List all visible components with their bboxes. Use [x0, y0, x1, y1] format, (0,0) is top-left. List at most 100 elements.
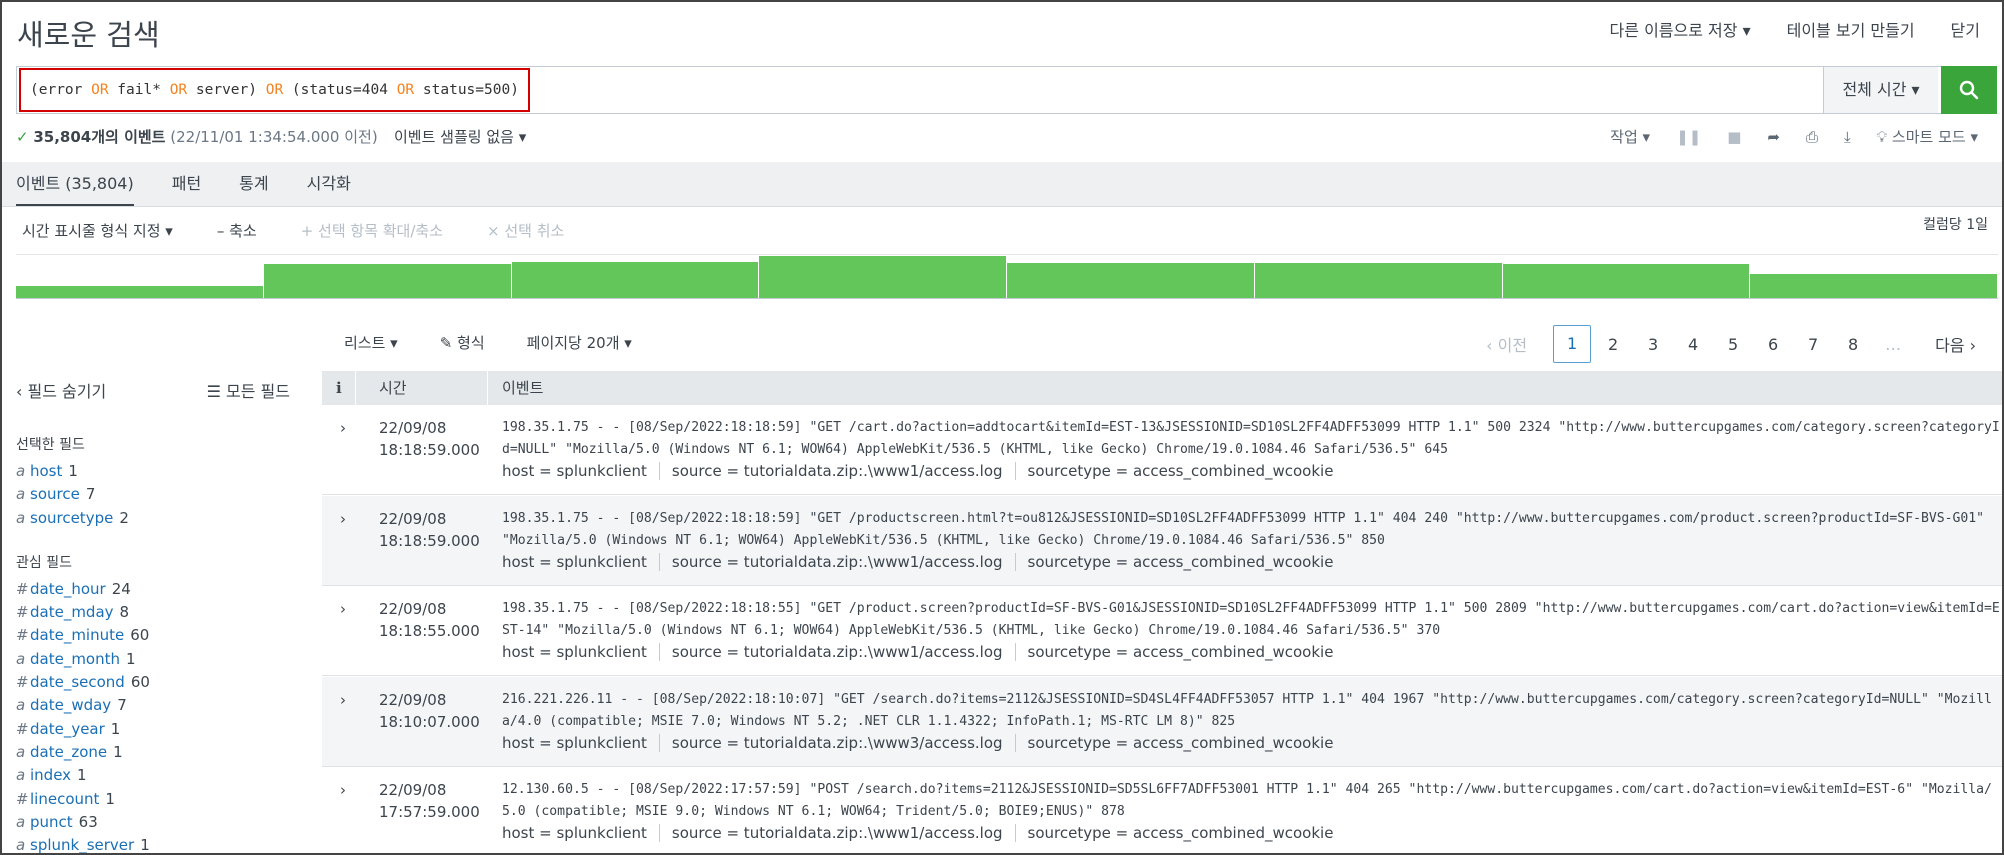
event-field-source[interactable]: source = tutorialdata.zip:.\www1/access.…: [658, 462, 1015, 480]
table-header: i 시간 이벤트: [322, 371, 2002, 405]
print-icon[interactable]: ⎙: [1806, 128, 1818, 146]
event-time[interactable]: 22/09/08 18:10:07.000: [379, 689, 480, 733]
time-column-header[interactable]: 시간: [379, 371, 407, 405]
field-date_hour[interactable]: #date_hour 24: [16, 578, 306, 601]
field-date_second[interactable]: #date_second 60: [16, 671, 306, 694]
field-source[interactable]: a source 7: [16, 483, 306, 506]
all-fields-button[interactable]: ☰ 모든 필드: [207, 372, 290, 412]
page-button-8[interactable]: 8: [1833, 335, 1873, 354]
expand-row-icon[interactable]: ›: [340, 419, 346, 437]
histogram-bar[interactable]: [263, 263, 512, 298]
event-raw-text[interactable]: 198.35.1.75 - - [08/Sep/2022:18:18:59] "…: [502, 508, 2002, 552]
field-index[interactable]: a index 1: [16, 764, 306, 787]
event-time[interactable]: 22/09/08 17:57:59.000: [379, 779, 480, 823]
page-button-2[interactable]: 2: [1593, 335, 1633, 354]
event-sampling-menu[interactable]: 이벤트 샘플링 없음 ▾: [394, 126, 526, 147]
event-field-host[interactable]: host = splunkclient: [502, 643, 659, 661]
time-range-picker[interactable]: 전체 시간 ▾: [1823, 67, 1938, 113]
tab-1[interactable]: 패턴: [172, 170, 201, 207]
histogram-bar[interactable]: [16, 286, 264, 298]
event-field-sourcetype[interactable]: sourcetype = access_combined_wcookie: [1014, 643, 1346, 661]
page-button-4[interactable]: 4: [1673, 335, 1713, 354]
field-sourcetype[interactable]: a sourcetype 2: [16, 507, 306, 530]
export-icon[interactable]: ⤓: [1844, 128, 1851, 146]
page-button-6[interactable]: 6: [1753, 335, 1793, 354]
event-field-source[interactable]: source = tutorialdata.zip:.\www1/access.…: [658, 552, 1015, 571]
field-punct[interactable]: a punct 63: [16, 811, 306, 834]
zoom-to-selection-button[interactable]: + 선택 항목 확대/축소: [301, 220, 443, 241]
pause-icon[interactable]: ❚❚: [1676, 128, 1701, 146]
event-time[interactable]: 22/09/08 18:18:59.000: [379, 508, 480, 552]
event-field-sourcetype[interactable]: sourcetype = access_combined_wcookie: [1014, 462, 1346, 480]
job-menu[interactable]: 작업 ▾: [1610, 126, 1650, 147]
tab-2[interactable]: 통계: [239, 170, 268, 207]
numeric-field-icon: #: [16, 719, 29, 738]
create-table-view-link[interactable]: 테이블 보기 만들기: [1787, 17, 1915, 41]
expand-row-icon[interactable]: ›: [340, 691, 346, 709]
event-field-host[interactable]: host = splunkclient: [502, 462, 659, 480]
deselect-button[interactable]: × 선택 취소: [487, 220, 564, 241]
event-field-host[interactable]: host = splunkclient: [502, 824, 659, 842]
event-raw-text[interactable]: 198.35.1.75 - - [08/Sep/2022:18:18:55] "…: [502, 598, 2002, 642]
share-icon[interactable]: ➦: [1767, 128, 1780, 146]
histogram-bar[interactable]: [1254, 262, 1503, 298]
event-field-sourcetype[interactable]: sourcetype = access_combined_wcookie: [1014, 552, 1346, 571]
page-button-3[interactable]: 3: [1633, 335, 1673, 354]
field-linecount[interactable]: #linecount 1: [16, 788, 306, 811]
histogram-bar[interactable]: [1502, 263, 1751, 298]
zoom-out-button[interactable]: – 축소: [217, 220, 257, 241]
per-page-menu[interactable]: 페이지당 20개 ▾: [527, 332, 632, 353]
string-field-icon: a: [16, 742, 26, 761]
event-field-sourcetype[interactable]: sourcetype = access_combined_wcookie: [1014, 733, 1346, 752]
event-field-host[interactable]: host = splunkclient: [502, 734, 659, 752]
event-field-source[interactable]: source = tutorialdata.zip:.\www3/access.…: [658, 733, 1015, 752]
field-date_zone[interactable]: a date_zone 1: [16, 741, 306, 764]
previous-page-button[interactable]: ‹ 이전: [1486, 332, 1527, 356]
expand-row-icon[interactable]: ›: [340, 510, 346, 528]
field-host[interactable]: a host 1: [16, 460, 306, 483]
field-date_mday[interactable]: #date_mday 8: [16, 601, 306, 624]
tab-3[interactable]: 시각화: [307, 170, 351, 207]
hide-fields-button[interactable]: ‹ 필드 숨기기: [16, 372, 106, 412]
field-count: 1: [126, 649, 136, 668]
timeline-format-menu[interactable]: 시간 표시줄 형식 지정 ▾: [22, 220, 173, 241]
histogram-bar[interactable]: [511, 261, 760, 298]
field-date_month[interactable]: a date_month 1: [16, 648, 306, 671]
field-splunk_server[interactable]: a splunk_server 1: [16, 834, 306, 855]
histogram-bar[interactable]: [1750, 273, 1998, 298]
page-button-1[interactable]: 1: [1553, 325, 1592, 363]
expand-row-icon[interactable]: ›: [340, 600, 346, 618]
event-time[interactable]: 22/09/08 18:18:59.000: [379, 417, 480, 461]
tab-0[interactable]: 이벤트 (35,804): [16, 170, 134, 207]
histogram-bar[interactable]: [759, 256, 1007, 298]
query-term: (status=404: [283, 82, 397, 98]
event-field-sourcetype[interactable]: sourcetype = access_combined_wcookie: [1014, 824, 1346, 842]
field-count: 2: [119, 508, 129, 527]
event-raw-text[interactable]: 216.221.226.11 - - [08/Sep/2022:18:10:07…: [502, 689, 2002, 733]
close-link[interactable]: 닫기: [1951, 17, 1980, 41]
event-time[interactable]: 22/09/08 18:18:55.000: [379, 598, 480, 642]
event-field-host[interactable]: host = splunkclient: [502, 553, 659, 571]
field-date_year[interactable]: #date_year 1: [16, 718, 306, 741]
list-view-menu[interactable]: 리스트 ▾: [344, 332, 398, 353]
search-mode-menu[interactable]: 💡︎ 스마트 모드 ▾: [1877, 126, 1978, 147]
event-field-source[interactable]: source = tutorialdata.zip:.\www1/access.…: [658, 824, 1015, 842]
page-button-7[interactable]: 7: [1793, 335, 1833, 354]
next-page-button[interactable]: 다음 ›: [1935, 332, 1976, 356]
sidebar-header: ‹ 필드 숨기기 ☰ 모든 필드: [16, 372, 306, 412]
search-query-input[interactable]: (error OR fail* OR server) OR (status=40…: [19, 68, 530, 112]
field-date_minute[interactable]: #date_minute 60: [16, 624, 306, 647]
stop-icon[interactable]: ■: [1727, 128, 1741, 146]
event-raw-text[interactable]: 12.130.60.5 - - [08/Sep/2022:17:57:59] "…: [502, 779, 2002, 823]
format-menu[interactable]: ✎ 형식: [440, 332, 485, 353]
field-date_wday[interactable]: a date_wday 7: [16, 694, 306, 717]
field-count: 1: [140, 836, 150, 855]
histogram-bar[interactable]: [1007, 262, 1255, 298]
event-field-source[interactable]: source = tutorialdata.zip:.\www1/access.…: [658, 643, 1015, 661]
timeline-histogram[interactable]: [16, 254, 1998, 298]
search-button[interactable]: [1941, 66, 1997, 114]
event-raw-text[interactable]: 198.35.1.75 - - [08/Sep/2022:18:18:59] "…: [502, 417, 2002, 461]
save-as-menu[interactable]: 다른 이름으로 저장 ▾: [1610, 17, 1751, 41]
expand-row-icon[interactable]: ›: [340, 781, 346, 799]
page-button-5[interactable]: 5: [1713, 335, 1753, 354]
